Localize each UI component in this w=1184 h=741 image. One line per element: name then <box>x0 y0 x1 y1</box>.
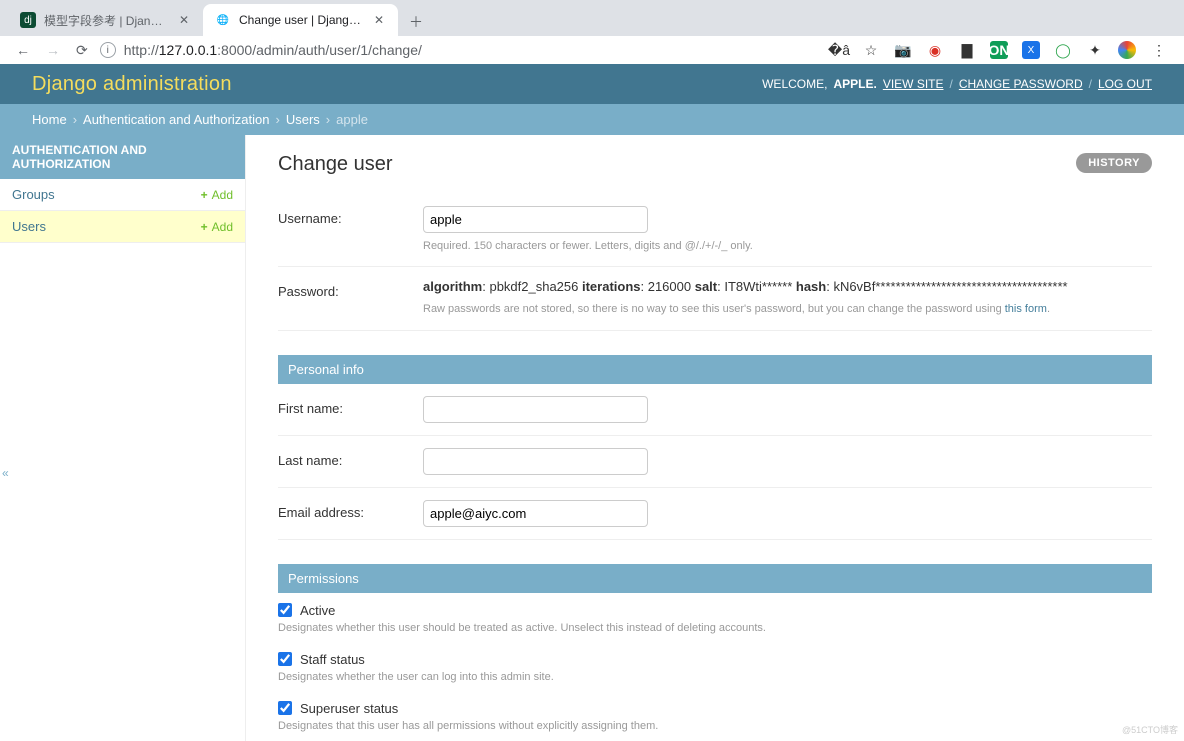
current-username: APPLE. <box>833 77 876 91</box>
tab-title: 模型字段参考 | Django 文档 | Dj <box>44 12 169 29</box>
field-staff: Staff status Designates whether the user… <box>278 652 1152 701</box>
extension-icon[interactable]: ▇ <box>958 41 976 59</box>
browser-chrome: dj 模型字段参考 | Django 文档 | Dj ✕ 🌐 Change us… <box>0 0 1184 64</box>
field-active: Active Designates whether this user shou… <box>278 593 1152 652</box>
page-title: Change user <box>278 153 1152 176</box>
email-input[interactable] <box>423 500 648 527</box>
extension-icon[interactable]: X <box>1022 41 1040 59</box>
sidebar-model-link[interactable]: Groups <box>12 187 55 202</box>
view-site-link[interactable]: VIEW SITE <box>883 77 944 91</box>
welcome-label: WELCOME, <box>762 77 827 91</box>
kebab-menu-icon[interactable]: ⋮ <box>1150 41 1168 59</box>
username-help: Required. 150 characters or fewer. Lette… <box>423 239 1152 254</box>
history-button[interactable]: HISTORY <box>1076 153 1152 173</box>
superuser-help: Designates that this user has all permis… <box>278 720 1152 732</box>
breadcrumb-home[interactable]: Home <box>32 112 67 127</box>
email-label: Email address: <box>278 500 423 520</box>
staff-checkbox[interactable] <box>278 652 292 666</box>
url-text: http://127.0.0.1:8000/admin/auth/user/1/… <box>124 42 422 58</box>
field-password: Password: algorithm: pbkdf2_sha256 itera… <box>278 267 1152 330</box>
username-label: Username: <box>278 206 423 226</box>
separator: / <box>950 77 953 91</box>
extension-icons: �â ☆ 📷 ◉ ▇ ON X ◯ ✦ ⋮ <box>830 41 1176 59</box>
profile-avatar-icon[interactable] <box>1118 41 1136 59</box>
site-info-icon[interactable]: i <box>100 42 116 58</box>
main-content: HISTORY Change user Username: Required. … <box>246 135 1184 741</box>
tab-title: Change user | Django site adm <box>239 13 364 27</box>
user-tools: WELCOME, APPLE. VIEW SITE / CHANGE PASSW… <box>762 77 1152 91</box>
new-tab-button[interactable]: ＋ <box>402 8 430 36</box>
sidebar-item-groups: Groups +Add <box>0 179 245 211</box>
favicon-django-icon: dj <box>20 12 36 28</box>
section-personal-info: Personal info <box>278 355 1152 384</box>
back-button[interactable]: ← <box>16 42 30 58</box>
camera-icon[interactable]: 📷 <box>894 41 912 59</box>
superuser-checkbox[interactable] <box>278 701 292 715</box>
first-name-input[interactable] <box>423 396 648 423</box>
address-bar: ← → ⟳ i http://127.0.0.1:8000/admin/auth… <box>0 36 1184 64</box>
add-user-link[interactable]: +Add <box>201 220 233 234</box>
field-username: Username: Required. 150 characters or fe… <box>278 194 1152 267</box>
field-first-name: First name: <box>278 384 1152 436</box>
section-permissions: Permissions <box>278 564 1152 593</box>
active-help: Designates whether this user should be t… <box>278 622 1152 634</box>
breadcrumb-app[interactable]: Authentication and Authorization <box>83 112 269 127</box>
sidebar-heading: AUTHENTICATION AND AUTHORIZATION <box>0 135 245 179</box>
reload-button[interactable]: ⟳ <box>76 42 88 59</box>
tab-strip: dj 模型字段参考 | Django 文档 | Dj ✕ 🌐 Change us… <box>0 0 1184 36</box>
last-name-input[interactable] <box>423 448 648 475</box>
forward-button: → <box>46 42 60 58</box>
add-group-link[interactable]: +Add <box>201 188 233 202</box>
password-form-link[interactable]: this form <box>1005 303 1047 315</box>
translate-icon[interactable]: �â <box>830 41 848 59</box>
field-email: Email address: <box>278 488 1152 540</box>
site-title[interactable]: Django administration <box>32 73 232 96</box>
tab-change-user[interactable]: 🌐 Change user | Django site adm ✕ <box>203 4 398 36</box>
watermark: @51CTO博客 <box>1122 723 1178 736</box>
password-readonly: algorithm: pbkdf2_sha256 iterations: 216… <box>423 279 1152 294</box>
tab-django-docs[interactable]: dj 模型字段参考 | Django 文档 | Dj ✕ <box>8 4 203 36</box>
extension-on-icon[interactable]: ON <box>990 41 1008 59</box>
sidebar-model-link[interactable]: Users <box>12 219 46 234</box>
chevron-right-icon: › <box>276 112 280 127</box>
breadcrumb-current: apple <box>336 112 368 127</box>
logout-link[interactable]: LOG OUT <box>1098 77 1152 91</box>
favicon-globe-icon: 🌐 <box>215 12 231 28</box>
password-help: Raw passwords are not stored, so there i… <box>423 302 1152 317</box>
separator: / <box>1089 77 1092 91</box>
staff-help: Designates whether the user can log into… <box>278 671 1152 683</box>
staff-label: Staff status <box>300 652 365 667</box>
sidebar: AUTHENTICATION AND AUTHORIZATION Groups … <box>0 135 246 741</box>
plus-icon: + <box>201 188 208 202</box>
sidebar-item-users: Users +Add <box>0 211 245 243</box>
star-icon[interactable]: ☆ <box>862 41 880 59</box>
close-icon[interactable]: ✕ <box>372 13 386 27</box>
extensions-puzzle-icon[interactable]: ✦ <box>1086 41 1104 59</box>
field-superuser: Superuser status Designates that this us… <box>278 701 1152 741</box>
first-name-label: First name: <box>278 396 423 416</box>
extension-icon[interactable]: ◯ <box>1054 41 1072 59</box>
record-icon[interactable]: ◉ <box>926 41 944 59</box>
last-name-label: Last name: <box>278 448 423 468</box>
active-label: Active <box>300 603 335 618</box>
breadcrumb-model[interactable]: Users <box>286 112 320 127</box>
url-box[interactable]: i http://127.0.0.1:8000/admin/auth/user/… <box>100 42 818 58</box>
close-icon[interactable]: ✕ <box>177 13 191 27</box>
chevron-right-icon: › <box>73 112 77 127</box>
field-last-name: Last name: <box>278 436 1152 488</box>
username-input[interactable] <box>423 206 648 233</box>
change-password-link[interactable]: CHANGE PASSWORD <box>959 77 1083 91</box>
chevron-right-icon: › <box>326 112 330 127</box>
password-label: Password: <box>278 279 423 299</box>
breadcrumb: Home › Authentication and Authorization … <box>0 104 1184 135</box>
superuser-label: Superuser status <box>300 701 398 716</box>
admin-header: Django administration WELCOME, APPLE. VI… <box>0 64 1184 104</box>
sidebar-collapse-button[interactable]: « <box>2 466 9 480</box>
plus-icon: + <box>201 220 208 234</box>
active-checkbox[interactable] <box>278 603 292 617</box>
